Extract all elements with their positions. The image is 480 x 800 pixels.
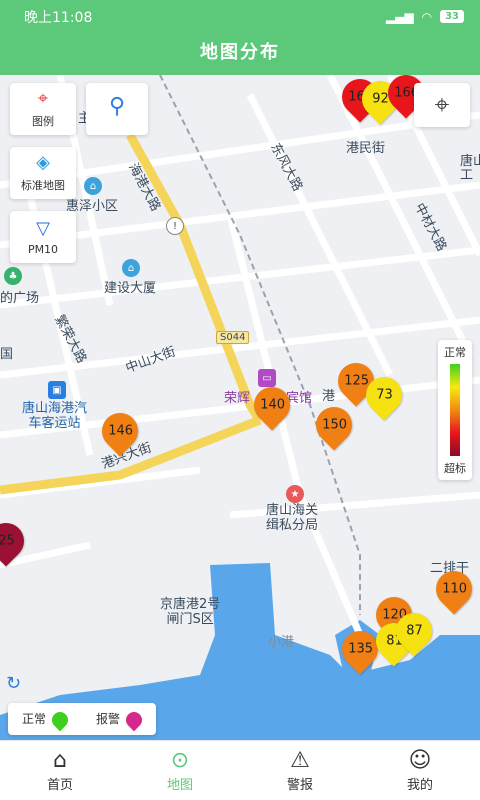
siren-icon: ⚠	[290, 748, 310, 773]
label-gangmin-street: 港民街	[346, 141, 386, 156]
nav-map[interactable]: ⊙ 地图	[120, 741, 240, 800]
status-icons: ▂▄▆ ◠ 33	[386, 10, 464, 24]
nav-home[interactable]: ⌂ 首页	[0, 741, 120, 800]
refresh-icon[interactable]: ↻	[6, 673, 30, 697]
users-icon: ☺	[408, 748, 432, 773]
signal-icon: ▂▄▆	[385, 9, 414, 24]
label-guo: 国	[0, 347, 14, 362]
search-button[interactable]: ⚲	[86, 83, 148, 135]
label-ronghui-hotel: 荣辉	[224, 391, 251, 406]
label-bus-station: 唐山海港汽 车客运站	[22, 401, 88, 431]
building-poi-icon[interactable]: ⌂	[122, 259, 140, 277]
alarm-dot-icon	[122, 708, 146, 732]
status-legend-normal: 正常	[22, 708, 72, 732]
label-gang: 港	[322, 389, 336, 404]
label-xiaogang: 小港	[268, 635, 295, 650]
home-icon: ⌂	[53, 748, 67, 773]
locate-button[interactable]: ⌖	[414, 83, 470, 127]
map-layer-icon: ◈	[36, 152, 50, 173]
normal-dot-icon	[48, 708, 72, 732]
standard-map-button[interactable]: ◈ 标准地图	[10, 147, 76, 199]
police-poi-icon[interactable]: ★	[286, 485, 304, 503]
label-jianshe: 建设大厦	[104, 281, 157, 296]
map-pin-icon: ⊙	[170, 748, 190, 773]
nav-alarm[interactable]: ⚠ 警报	[240, 741, 360, 800]
label-square: 的广场	[0, 291, 40, 306]
pm10-button[interactable]: ▽ PM10	[10, 211, 76, 263]
funnel-icon: ▽	[36, 217, 50, 239]
legend-gradient	[450, 364, 460, 456]
label-customs: 唐山海关 缉私分局	[266, 503, 319, 533]
label-s044: S044	[216, 331, 250, 344]
status-bar: 晚上11:08 ▂▄▆ ◠ 33	[0, 0, 480, 33]
pm10-label: PM10	[27, 242, 59, 256]
battery-icon: 33	[440, 10, 464, 23]
map-marker-icon: ⌖	[37, 88, 49, 109]
bus-poi-icon[interactable]: ▣	[48, 381, 66, 399]
page-title: 地图分布	[200, 42, 280, 63]
residential-poi-icon[interactable]: ⌂	[84, 177, 102, 195]
hotel-poi-icon[interactable]: ▭	[258, 369, 276, 387]
status-legend: 正常 报警	[8, 703, 156, 735]
bottom-nav: ⌂ 首页 ⊙ 地图 ⚠ 警报 ☺ 我的	[0, 740, 480, 800]
standard-map-label: 标准地图	[21, 179, 65, 192]
legend-exceed-label: 超标	[444, 462, 466, 475]
nav-mine[interactable]: ☺ 我的	[360, 741, 480, 800]
legend-button[interactable]: ⌖ 图例	[10, 83, 76, 135]
aqi-color-legend: 正常 超标	[438, 340, 472, 480]
top-bar: 晚上11:08 ▂▄▆ ◠ 33 地图分布	[0, 0, 480, 75]
legend-button-label: 图例	[32, 115, 54, 128]
map-view[interactable]: 惠泽小区 建设大厦 的广场 海港大路 东风大路 港民街 中材大路 中山大街 繁荣…	[0, 75, 480, 740]
status-time: 晚上11:08	[24, 9, 93, 26]
legend-normal-label: 正常	[444, 346, 466, 359]
status-legend-alarm: 报警	[96, 708, 146, 732]
warning-poi-icon[interactable]: !	[166, 217, 184, 235]
label-port-gate: 京唐港2号 闸门S区	[160, 597, 221, 627]
park-poi-icon[interactable]: ♣	[4, 267, 22, 285]
crosshair-icon: ⌖	[434, 89, 450, 120]
wifi-icon: ◠	[421, 9, 433, 24]
search-icon: ⚲	[108, 94, 126, 119]
label-tangshan-edge: 唐山 工	[460, 154, 480, 183]
app-root: 晚上11:08 ▂▄▆ ◠ 33 地图分布 惠泽小区 建设大厦 的广场 海港大路…	[0, 0, 480, 800]
